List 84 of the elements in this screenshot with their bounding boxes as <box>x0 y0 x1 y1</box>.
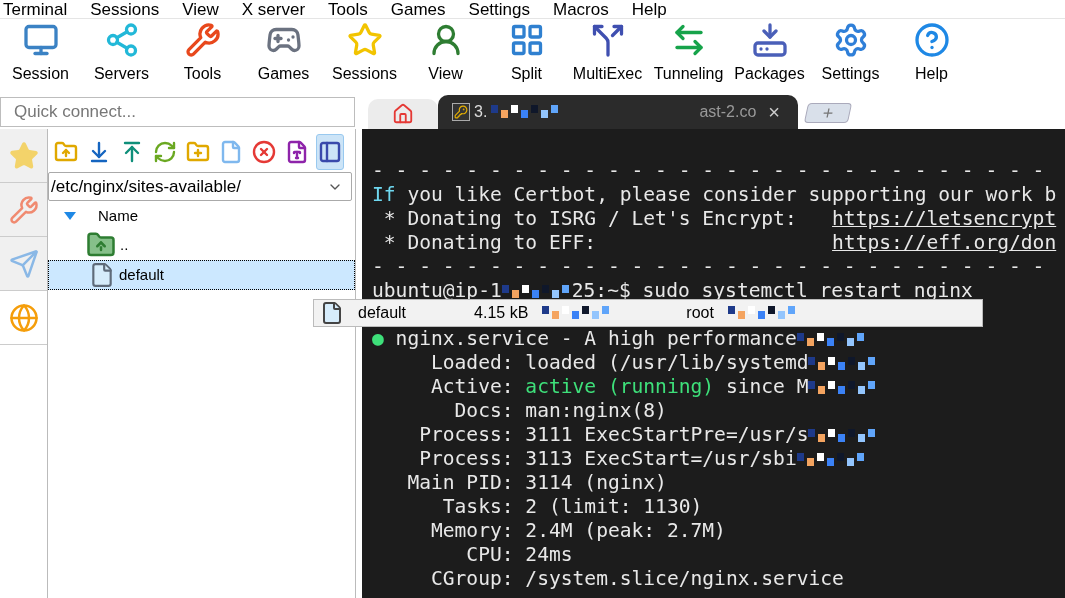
toolbar-button[interactable]: View <box>405 22 486 90</box>
terminal-text: Main PID: 3114 (nginx) <box>406 471 667 494</box>
terminal-text: Tasks: 2 (limit: 1130) <box>441 495 703 518</box>
file-tooltip: default 4.15 kB root <box>313 299 983 327</box>
side-tab[interactable] <box>0 237 47 291</box>
help-icon <box>913 22 950 58</box>
text-file-icon <box>285 140 309 164</box>
terminal-text: Process: 3111 ExecStartPre=/usr/s <box>418 423 809 446</box>
terminal-text: you like Certbot, please consider supporting our work b <box>406 183 1057 206</box>
toolbar-button[interactable]: Tools <box>162 22 243 90</box>
file-row[interactable]: default <box>48 260 355 290</box>
globe-icon <box>8 302 39 333</box>
terminal-text: nginx.service - A high performance <box>395 327 797 350</box>
side-tab[interactable] <box>0 183 47 237</box>
terminal-text: CGroup: /system.slice/nginx.service <box>429 567 844 590</box>
toolbar-button[interactable]: Session <box>0 22 81 90</box>
drive-icon <box>751 22 788 58</box>
terminal-text: active (running) <box>525 375 715 398</box>
folder-plus-icon <box>186 140 210 164</box>
menu-item[interactable]: View <box>178 0 223 19</box>
mosaic-drawing <box>727 306 798 320</box>
key-icon <box>452 103 470 121</box>
column-header[interactable]: Name <box>98 204 138 228</box>
file-icon <box>219 140 243 164</box>
wrench-icon <box>8 194 39 225</box>
menu-item[interactable]: Terminal <box>0 0 72 19</box>
menu-item[interactable]: Settings <box>464 0 534 19</box>
terminal-text: Docs: man:nginx(8) <box>453 399 667 422</box>
toolbar-button[interactable]: Sessions <box>324 22 405 90</box>
sort-triangle-icon <box>64 212 76 220</box>
terminal-text: Active: <box>429 375 515 398</box>
session-tab[interactable]: 3. ast-2.co × <box>438 95 798 129</box>
file-icon <box>89 262 115 288</box>
terminal-text: since M <box>724 375 809 398</box>
terminal-text: ubuntu@ip-1 <box>372 279 502 302</box>
mosaic-drawing <box>796 332 867 347</box>
wrench-icon <box>184 22 221 58</box>
file-tool-button[interactable] <box>316 134 344 170</box>
toolbar-button[interactable]: Tunneling <box>648 22 729 90</box>
quick-connect-field[interactable]: Quick connect... <box>0 97 355 127</box>
terminal-text: CPU: 24ms <box>465 543 573 566</box>
refresh-icon <box>153 140 177 164</box>
paper-plane-icon <box>8 248 39 279</box>
star-icon <box>346 22 383 58</box>
terminal-text: If <box>372 183 396 206</box>
mosaic-drawing <box>501 284 572 299</box>
toolbar-button[interactable]: Packages <box>729 22 810 90</box>
new-tab-button[interactable]: + <box>803 103 853 123</box>
terminal-text: * Donating to ISRG / Let's Encrypt: <box>382 207 798 230</box>
toolbar-button[interactable]: Split <box>486 22 567 90</box>
path-dropdown[interactable]: /etc/nginx/sites-available/ <box>48 172 352 201</box>
tab-title: ast-2.co <box>699 102 757 122</box>
toolbar-button[interactable]: MultiExec <box>567 22 648 90</box>
home-tab[interactable] <box>368 99 438 129</box>
terminal-text: - - - - - - - - - - - - - - - - - - - - - - - - - - - - - <box>372 159 1045 182</box>
toolbar-button[interactable]: Settings <box>810 22 891 90</box>
toolbar-button[interactable]: Servers <box>81 22 162 90</box>
star-icon <box>8 140 39 171</box>
terminal-text: Process: 3113 ExecStart=/usr/sbi <box>418 447 797 470</box>
mosaic-drawing <box>796 452 867 467</box>
terminal-link[interactable]: https://eff.org/don <box>832 231 1057 254</box>
panel-icon <box>318 140 342 164</box>
menu-item[interactable]: Tools <box>324 0 372 19</box>
delete-icon <box>252 140 276 164</box>
menu-item[interactable]: Macros <box>549 0 613 19</box>
close-tab-button[interactable]: × <box>768 97 780 127</box>
terminal-text: - - - - - - - - - - - - - - - - - - - - - - - - - - - - - <box>372 255 1045 278</box>
monitor-icon <box>22 22 59 58</box>
tab-title: 3. <box>474 102 488 122</box>
toolbar-button[interactable]: Games <box>243 22 324 90</box>
file-icon <box>320 301 344 325</box>
terminal-text: ● <box>372 327 385 350</box>
home-icon <box>392 103 414 125</box>
file-row[interactable]: .. <box>48 230 355 260</box>
terminal-text: Loaded: loaded (/usr/lib/systemd <box>429 351 809 374</box>
menu-item[interactable]: Games <box>386 0 450 19</box>
toolbar-button[interactable]: Help <box>891 22 972 90</box>
menu-item[interactable]: Sessions <box>86 0 164 19</box>
folder-up-icon <box>54 140 78 164</box>
terminal-text: * Donating to EFF: <box>382 231 598 254</box>
menu-item[interactable]: Help <box>627 0 671 19</box>
terminal-text: Memory: 2.4M (peak: 2.7M) <box>429 519 726 542</box>
menu-item[interactable]: X server <box>237 0 310 19</box>
terminal-link[interactable]: https://letsencrypt <box>832 207 1057 230</box>
